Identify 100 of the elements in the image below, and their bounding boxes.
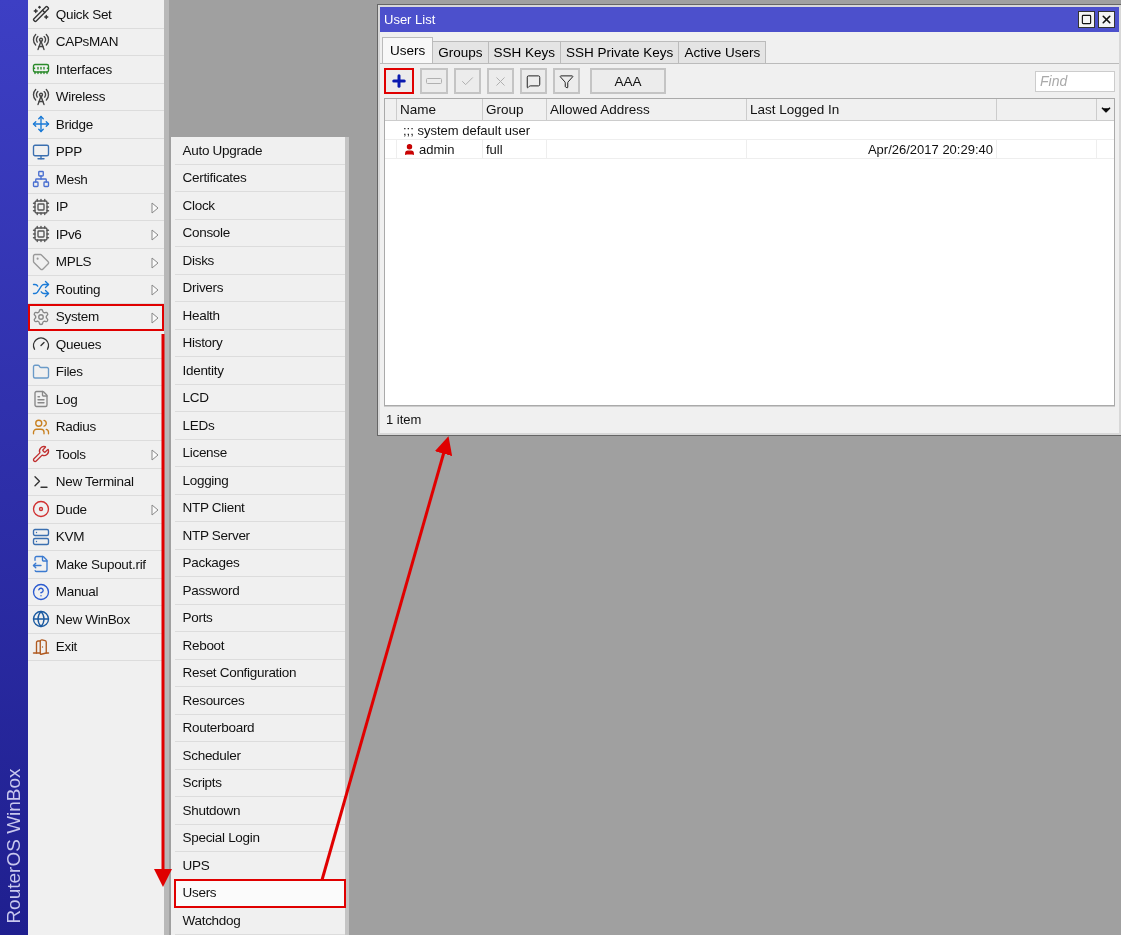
menu-item[interactable]: Wireless bbox=[27, 83, 164, 111]
menu-item[interactable]: Make Supout.rif bbox=[27, 551, 164, 579]
arrows-icon bbox=[31, 115, 50, 134]
menu-item[interactable]: Quick Set bbox=[27, 1, 164, 29]
add-icon bbox=[390, 72, 408, 90]
menu-item[interactable]: Manual bbox=[27, 578, 164, 606]
menu-item[interactable]: CAPsMAN bbox=[27, 28, 164, 56]
table-cell: admin bbox=[419, 141, 455, 157]
menu-item[interactable]: System bbox=[27, 303, 164, 331]
brand-label: RouterOS WinBox bbox=[2, 768, 25, 924]
submenu-item[interactable]: Packages bbox=[174, 549, 345, 577]
filter-button[interactable] bbox=[553, 68, 580, 94]
menu-item[interactable]: Radius bbox=[27, 413, 164, 441]
submenu-item[interactable]: Identity bbox=[174, 357, 345, 385]
menu-item[interactable]: Exit bbox=[27, 633, 164, 661]
menu-item[interactable]: PPP bbox=[27, 138, 164, 166]
menu-item[interactable]: Mesh bbox=[27, 166, 164, 194]
submenu-item[interactable]: Ports bbox=[174, 604, 345, 632]
submenu-item[interactable]: Reset Configuration bbox=[174, 659, 345, 687]
submenu-item[interactable]: Logging bbox=[174, 467, 345, 495]
document-icon bbox=[31, 390, 50, 409]
tag-icon bbox=[31, 252, 50, 271]
user-icon bbox=[403, 142, 416, 156]
help-icon bbox=[31, 582, 50, 601]
people-icon bbox=[31, 417, 50, 436]
menu-item[interactable]: Queues bbox=[27, 331, 164, 359]
menu-item[interactable]: Tools bbox=[27, 441, 164, 469]
aaa-button[interactable]: AAA bbox=[590, 68, 666, 94]
comment-button[interactable] bbox=[520, 68, 547, 94]
submenu-item[interactable]: Password bbox=[174, 577, 345, 605]
submenu-item[interactable]: NTP Server bbox=[174, 522, 345, 550]
caret-icon bbox=[150, 256, 159, 269]
menu-item[interactable]: New WinBox bbox=[27, 606, 164, 634]
submenu-item[interactable]: NTP Client bbox=[174, 494, 345, 522]
caret-icon bbox=[150, 449, 159, 461]
tab[interactable]: Groups bbox=[432, 41, 489, 63]
caret-icon bbox=[150, 311, 159, 324]
monitor-icon bbox=[31, 142, 50, 161]
submenu-item[interactable]: Scheduler bbox=[174, 742, 345, 770]
globe-icon bbox=[31, 610, 50, 629]
find-field[interactable]: Find bbox=[1035, 70, 1115, 92]
maximize-button[interactable] bbox=[1078, 11, 1095, 28]
submenu-item[interactable]: Clock bbox=[174, 192, 345, 220]
tab[interactable]: Active Users bbox=[678, 41, 767, 63]
submenu-item[interactable]: Resources bbox=[174, 687, 345, 715]
folder-icon bbox=[31, 362, 50, 381]
window-title: User List bbox=[384, 12, 437, 27]
add-button[interactable] bbox=[384, 68, 414, 94]
menu-item[interactable]: Dude bbox=[27, 496, 164, 524]
status-text: 1 item bbox=[386, 411, 422, 427]
submenu-item[interactable]: History bbox=[174, 329, 345, 357]
wand-icon bbox=[31, 5, 50, 24]
submenu-item[interactable]: Certificates bbox=[174, 164, 345, 192]
submenu-item[interactable]: Disks bbox=[174, 247, 345, 275]
column-header[interactable]: Group bbox=[483, 99, 547, 120]
computer-icon bbox=[31, 527, 50, 546]
submenu-item[interactable]: LCD bbox=[174, 384, 345, 412]
column-header[interactable]: Allowed Address bbox=[547, 99, 747, 120]
submenu-item[interactable]: Drivers bbox=[174, 274, 345, 302]
submenu-item[interactable]: Scripts bbox=[174, 769, 345, 797]
submenu-item[interactable]: LEDs bbox=[174, 412, 345, 440]
menu-item[interactable]: IPv6 bbox=[27, 221, 164, 249]
caret-icon bbox=[150, 229, 159, 241]
close-icon bbox=[1100, 13, 1113, 26]
menu-item[interactable]: Routing bbox=[27, 276, 164, 304]
submenu-item[interactable]: Users bbox=[174, 879, 345, 907]
submenu-item[interactable]: Console bbox=[174, 219, 345, 247]
tab[interactable]: Users bbox=[382, 37, 434, 63]
caret-icon bbox=[150, 284, 159, 296]
submenu-item[interactable]: Shutdown bbox=[174, 797, 345, 825]
close-button[interactable] bbox=[1098, 11, 1115, 28]
submenu-item[interactable]: Auto Upgrade bbox=[174, 137, 345, 165]
column-header[interactable]: Name bbox=[397, 99, 483, 120]
menu-item[interactable]: Bridge bbox=[27, 111, 164, 139]
column-header[interactable]: Last Logged In bbox=[747, 99, 997, 120]
submenu-item[interactable]: Routerboard bbox=[174, 714, 345, 742]
submenu-item[interactable]: Special Login bbox=[174, 824, 345, 852]
submenu-item[interactable]: Reboot bbox=[174, 632, 345, 660]
menu-item[interactable]: KVM bbox=[27, 523, 164, 551]
maximize-icon bbox=[1081, 14, 1092, 25]
menu-item[interactable]: New Terminal bbox=[27, 468, 164, 496]
comment-icon bbox=[526, 73, 541, 89]
submenu-item[interactable]: License bbox=[174, 439, 345, 467]
filter-icon bbox=[559, 73, 574, 89]
door-icon bbox=[31, 637, 50, 656]
caret-icon bbox=[150, 201, 159, 214]
submenu-item[interactable]: Health bbox=[174, 302, 345, 330]
menu-item[interactable]: IP bbox=[27, 193, 164, 221]
menu-item[interactable]: Log bbox=[27, 386, 164, 414]
tab[interactable]: SSH Keys bbox=[487, 41, 562, 63]
menu-item[interactable]: Files bbox=[27, 358, 164, 386]
menu-item[interactable]: MPLS bbox=[27, 248, 164, 276]
shuffle-icon bbox=[31, 280, 50, 299]
network-icon bbox=[31, 170, 50, 189]
settings-icon bbox=[31, 307, 50, 326]
menu-item[interactable]: Interfaces bbox=[27, 56, 164, 84]
tab[interactable]: SSH Private Keys bbox=[560, 41, 680, 63]
submenu-item[interactable]: Watchdog bbox=[174, 907, 345, 935]
table-cell: full bbox=[486, 141, 503, 157]
remove-icon bbox=[426, 78, 442, 84]
